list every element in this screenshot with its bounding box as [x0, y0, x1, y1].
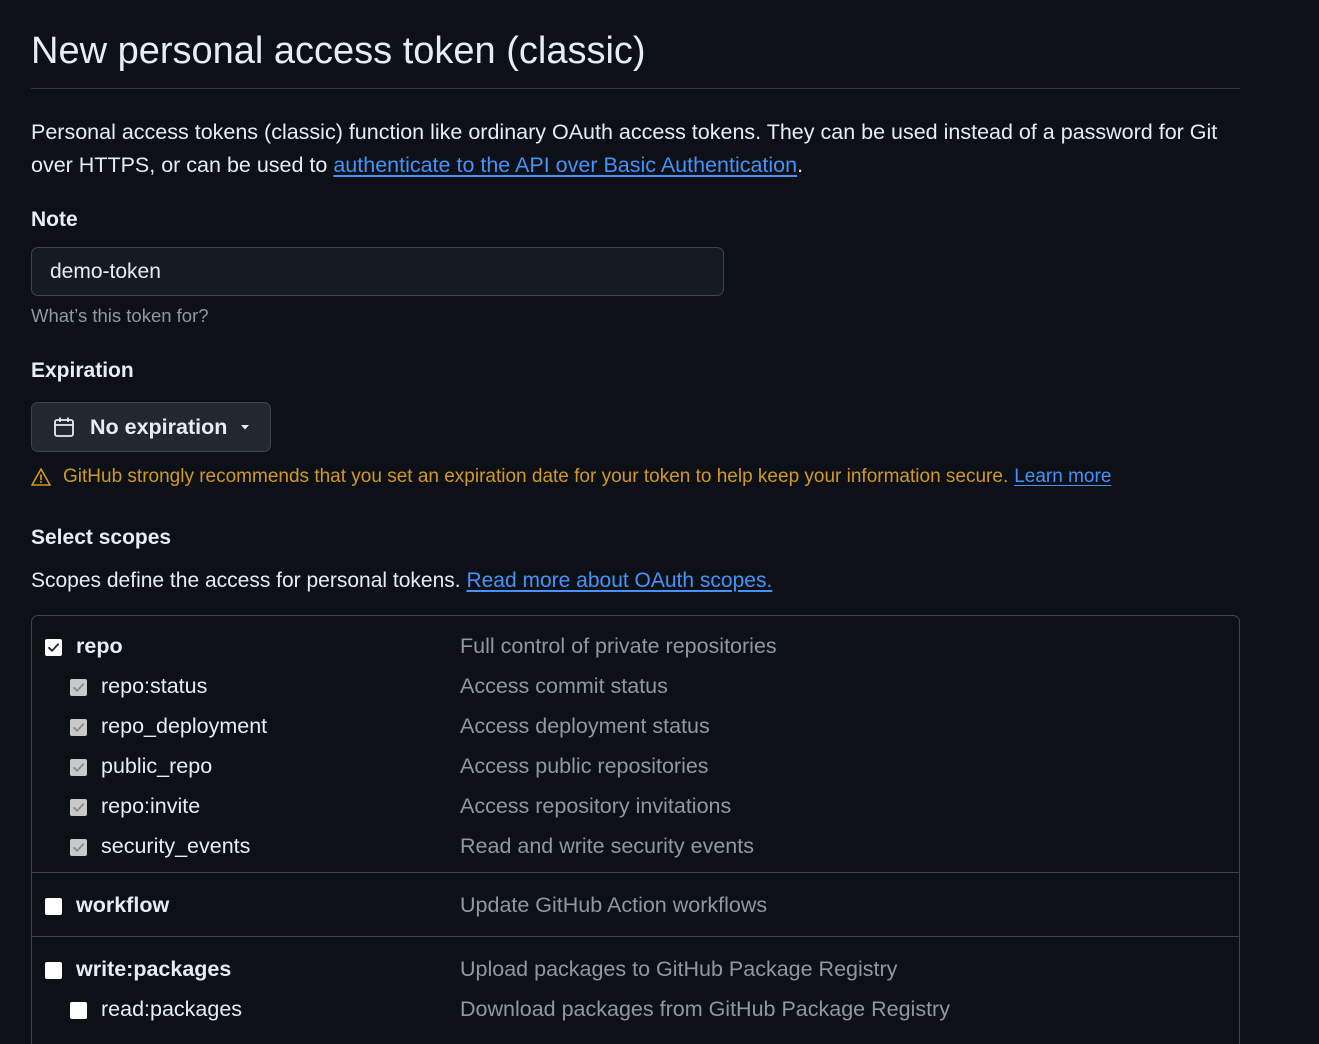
scope-row-security-events: security_events Read and write security e… [32, 828, 1239, 868]
scope-checkbox-public-repo[interactable] [70, 759, 87, 776]
scope-name[interactable]: workflow [76, 893, 169, 918]
page-title: New personal access token (classic) [31, 30, 646, 72]
note-input[interactable] [31, 247, 724, 296]
calendar-icon [54, 417, 74, 437]
expiration-warning: GitHub strongly recommends that you set … [31, 466, 1111, 488]
scope-group-write-packages: write:packages Upload packages to GitHub … [32, 937, 1239, 1039]
scope-description: Access deployment status [460, 714, 710, 738]
scope-description: Read and write security events [460, 834, 754, 858]
scope-group-workflow: workflow Update GitHub Action workflows [32, 873, 1239, 937]
scope-row-repo: repo Full control of private repositories [32, 628, 1239, 668]
scope-checkbox-repo[interactable] [45, 639, 62, 656]
scopes-list: repo Full control of private repositories… [31, 615, 1240, 1044]
intro-paragraph: Personal access tokens (classic) functio… [31, 116, 1240, 182]
scope-description: Full control of private repositories [460, 634, 777, 658]
scope-name[interactable]: repo_deployment [101, 714, 267, 739]
scope-name[interactable]: write:packages [76, 957, 231, 982]
scope-checkbox-repo-deployment[interactable] [70, 719, 87, 736]
scope-checkbox-read-packages[interactable] [70, 1002, 87, 1019]
note-label: Note [31, 208, 78, 231]
scope-checkbox-write-packages[interactable] [45, 962, 62, 979]
scope-name[interactable]: security_events [101, 834, 250, 859]
scope-description: Access repository invitations [460, 794, 732, 818]
check-icon [73, 723, 85, 732]
oauth-scopes-link[interactable]: Read more about OAuth scopes. [466, 569, 772, 592]
scope-row-public-repo: public_repo Access public repositories [32, 748, 1239, 788]
scope-description: Update GitHub Action workflows [460, 893, 768, 917]
scope-row-repo-deployment: repo_deployment Access deployment status [32, 708, 1239, 748]
learn-more-link[interactable]: Learn more [1014, 466, 1111, 488]
expiration-selected-value: No expiration [90, 414, 228, 439]
scope-checkbox-workflow[interactable] [45, 898, 62, 915]
scope-row-workflow: workflow Update GitHub Action workflows [32, 887, 1239, 927]
title-divider [31, 88, 1240, 89]
scope-description: Download packages from GitHub Package Re… [460, 997, 950, 1021]
scopes-description-text: Scopes define the access for personal to… [31, 569, 461, 592]
scope-group-repo: repo Full control of private repositories… [32, 616, 1239, 873]
scope-row-write-packages: write:packages Upload packages to GitHub … [32, 951, 1239, 991]
check-icon [73, 763, 85, 772]
check-icon [48, 643, 60, 652]
note-help-text: What’s this token for? [31, 305, 209, 326]
scope-name[interactable]: repo:status [101, 674, 207, 699]
basic-auth-link[interactable]: authenticate to the API over Basic Authe… [333, 153, 797, 177]
scope-checkbox-repo-status[interactable] [70, 679, 87, 696]
expiration-label: Expiration [31, 359, 134, 382]
scope-description: Access commit status [460, 674, 668, 698]
scope-description: Upload packages to GitHub Package Regist… [460, 957, 898, 981]
caret-down-icon [241, 425, 250, 430]
page: New personal access token (classic) Pers… [0, 0, 1319, 1044]
scope-row-read-packages: read:packages Download packages from GitH… [32, 991, 1239, 1031]
expiration-dropdown[interactable]: No expiration [31, 402, 271, 452]
check-icon [73, 803, 85, 812]
check-icon [73, 843, 85, 852]
scopes-description: Scopes define the access for personal to… [31, 569, 772, 593]
scope-name[interactable]: repo:invite [101, 794, 200, 819]
warning-text: GitHub strongly recommends that you set … [63, 466, 1009, 487]
scope-description: Access public repositories [460, 754, 709, 778]
scope-name[interactable]: read:packages [101, 997, 242, 1022]
scope-name[interactable]: public_repo [101, 754, 212, 779]
intro-text-end: . [797, 153, 804, 177]
scope-checkbox-repo-invite[interactable] [70, 799, 87, 816]
scope-name[interactable]: repo [76, 634, 123, 659]
alert-icon [31, 468, 51, 486]
scope-row-repo-invite: repo:invite Access repository invitations [32, 788, 1239, 828]
check-icon [73, 683, 85, 692]
scopes-label: Select scopes [31, 526, 172, 549]
scope-row-repo-status: repo:status Access commit status [32, 668, 1239, 708]
scope-checkbox-security-events[interactable] [70, 839, 87, 856]
